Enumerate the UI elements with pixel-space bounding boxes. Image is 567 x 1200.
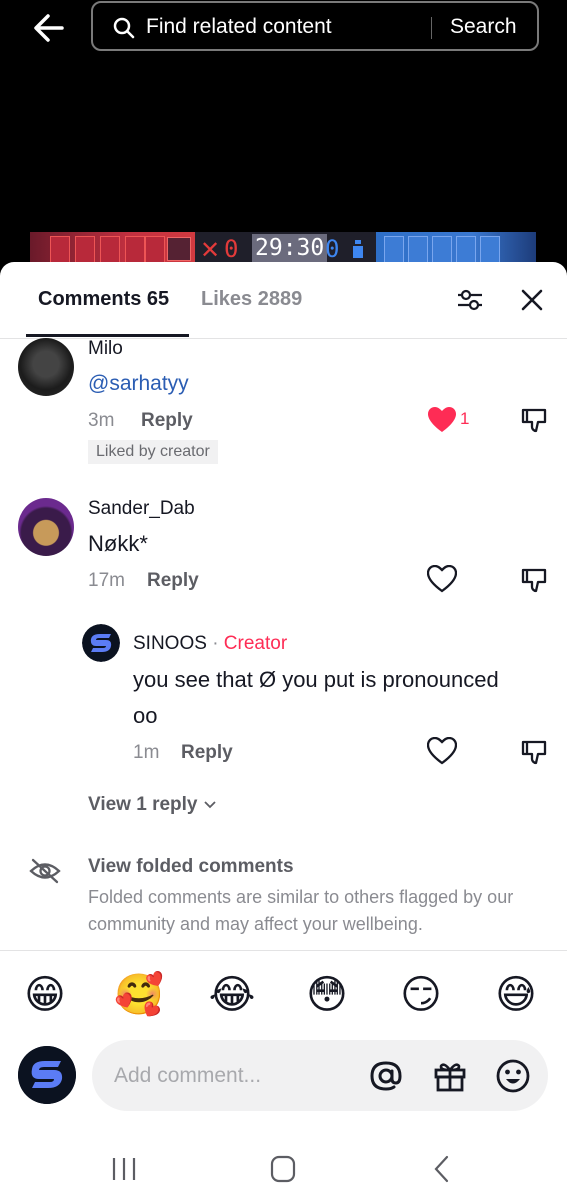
reply-username-text[interactable]: SINOOS <box>133 633 207 654</box>
hud-slot <box>480 236 500 264</box>
search-button[interactable]: Search <box>450 15 517 39</box>
comment-time: 3m <box>88 410 115 431</box>
reply-button[interactable]: Reply <box>147 570 199 592</box>
emoji-button[interactable]: 🥰 <box>114 971 164 1019</box>
reply-text[interactable]: you see that Ø you put is pronounced <box>133 667 499 693</box>
hud-slot <box>384 236 404 264</box>
gift-icon[interactable] <box>432 1058 468 1094</box>
liked-by-creator-badge: Liked by creator <box>88 440 218 464</box>
home-icon[interactable] <box>265 1152 301 1186</box>
close-icon[interactable] <box>520 288 544 312</box>
dislike-icon[interactable] <box>520 566 548 594</box>
creator-badge: Creator <box>223 633 288 654</box>
eye-off-icon <box>29 858 61 884</box>
comment-tabs: Comments 65 Likes 2889 <box>0 262 567 339</box>
comment-input-row: Add comment... <box>0 1032 567 1112</box>
reply-button[interactable]: Reply <box>181 742 233 764</box>
emoji-quick-bar: 😁 🥰 😂 😳 😏 😅 <box>0 950 567 1031</box>
emoji-button[interactable]: 😂 <box>208 971 256 1019</box>
hud-slot <box>145 236 165 264</box>
comment-username[interactable]: Sander_Dab <box>88 498 195 520</box>
comment-username[interactable]: Milo <box>88 338 123 360</box>
reply-button[interactable]: Reply <box>141 410 193 432</box>
emoji-button[interactable]: 😳 <box>303 971 351 1019</box>
hud-badge-icon <box>167 237 191 261</box>
like-count: 1 <box>460 409 470 428</box>
emoji-button[interactable]: 😁 <box>21 971 69 1019</box>
emoji-icon[interactable] <box>495 1058 531 1094</box>
hud-slot <box>456 236 476 264</box>
hud-defuser-icon <box>353 240 363 258</box>
search-icon <box>113 17 135 39</box>
folded-comments-description: Folded comments are similar to others fl… <box>88 887 514 934</box>
hud-timer: 29:30 <box>252 234 328 262</box>
search-divider <box>431 17 432 39</box>
separator-dot: · <box>212 633 219 654</box>
comment-text[interactable]: Nøkk* <box>88 531 148 557</box>
view-folded-comments-button[interactable]: View folded comments <box>88 856 294 878</box>
back-arrow-icon[interactable] <box>30 10 70 46</box>
view-replies-button[interactable]: View 1 reply <box>88 794 217 816</box>
comment-time: 17m <box>88 570 125 591</box>
heart-outline-icon[interactable] <box>427 737 457 765</box>
at-icon[interactable] <box>368 1058 404 1094</box>
view-replies-label: View 1 reply <box>88 794 198 815</box>
emoji-button[interactable]: 😏 <box>397 971 445 1019</box>
comment-text[interactable]: @sarhatyy <box>88 372 189 396</box>
my-avatar[interactable] <box>18 1046 76 1104</box>
dislike-icon[interactable] <box>520 406 548 434</box>
tab-comments[interactable]: Comments 65 <box>38 288 169 311</box>
hud-slot <box>50 236 70 264</box>
heart-outline-icon[interactable] <box>427 565 457 593</box>
top-bar: Find related content Search <box>0 0 567 56</box>
hud-slot <box>408 236 428 264</box>
hud-slot <box>100 236 120 264</box>
search-placeholder[interactable]: Find related content <box>146 15 332 39</box>
tab-likes[interactable]: Likes 2889 <box>201 288 302 311</box>
recent-apps-icon[interactable] <box>106 1152 142 1186</box>
reply-time: 1m <box>133 742 160 763</box>
system-nav-bar <box>0 1142 567 1200</box>
hud-blue-score: 0 <box>325 235 340 263</box>
avatar[interactable] <box>18 338 74 396</box>
video-hud: ✕ 0 29:30 0 <box>0 232 567 264</box>
filter-icon[interactable] <box>456 286 484 314</box>
heart-icon[interactable] <box>427 406 457 434</box>
emoji-button[interactable]: 😅 <box>492 971 540 1019</box>
comment-input[interactable]: Add comment... <box>92 1040 548 1111</box>
hud-slot <box>75 236 95 264</box>
back-nav-icon[interactable] <box>425 1152 461 1186</box>
avatar[interactable] <box>18 498 74 556</box>
dislike-icon[interactable] <box>520 738 548 766</box>
hud-red-score: 0 <box>224 235 239 263</box>
hud-slot <box>125 236 145 264</box>
tab-underline <box>26 334 189 337</box>
comments-sheet: Comments 65 Likes 2889 Milo @sarhatyy 3m… <box>0 262 567 1200</box>
comment-placeholder[interactable]: Add comment... <box>114 1064 261 1088</box>
hud-blue-team <box>376 232 536 264</box>
reply-username: SINOOS · Creator <box>133 633 287 655</box>
hud-cross-icon: ✕ <box>200 236 221 264</box>
reply-text-continued[interactable]: oo <box>133 703 157 729</box>
creator-avatar[interactable] <box>82 624 120 662</box>
chevron-down-icon <box>204 801 216 809</box>
hud-slot <box>432 236 452 264</box>
search-bar[interactable]: Find related content Search <box>91 1 539 51</box>
